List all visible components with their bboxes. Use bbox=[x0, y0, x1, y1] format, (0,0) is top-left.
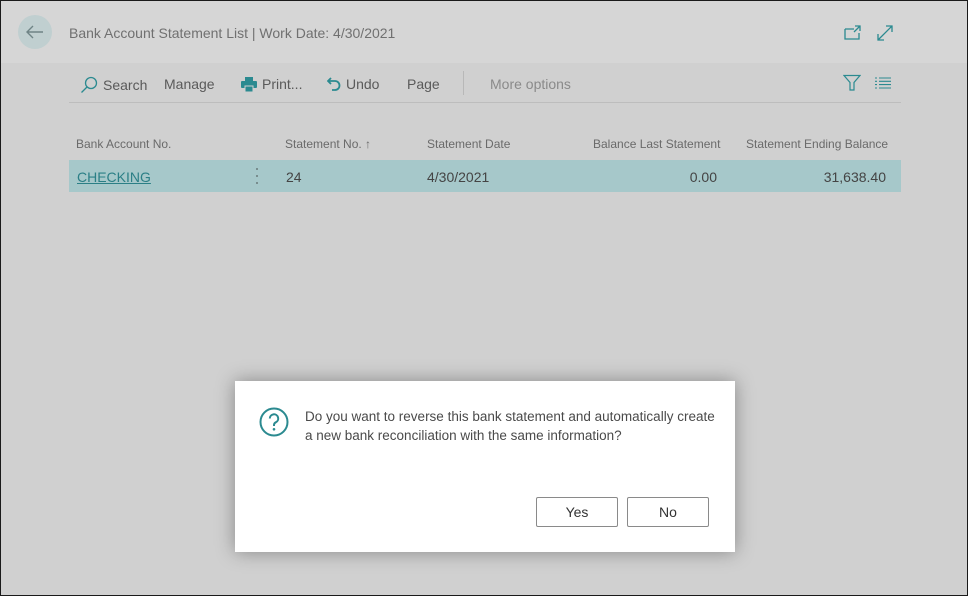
more-options-label: More options bbox=[490, 76, 571, 92]
confirm-dialog: Do you want to reverse this bank stateme… bbox=[235, 381, 735, 552]
printer-icon bbox=[241, 76, 257, 92]
yes-button[interactable]: Yes bbox=[536, 497, 618, 527]
page-background: Bank Account Statement List | Work Date:… bbox=[0, 0, 968, 596]
page-title: Bank Account Statement List | Work Date:… bbox=[69, 25, 396, 41]
page-label: Page bbox=[407, 76, 440, 92]
search-button[interactable]: Search bbox=[80, 76, 147, 94]
column-header-statement-date[interactable]: Statement Date bbox=[427, 137, 510, 151]
balance-last-statement-cell: 0.00 bbox=[689, 169, 717, 185]
back-arrow-icon bbox=[26, 25, 43, 39]
search-icon bbox=[81, 76, 98, 93]
manage-menu[interactable]: Manage bbox=[164, 76, 215, 92]
column-header-bank-account-no[interactable]: Bank Account No. bbox=[76, 137, 171, 151]
statement-date-cell: 4/30/2021 bbox=[427, 169, 490, 185]
column-header-statement-ending-balance[interactable]: Statement Ending Balance bbox=[746, 137, 888, 151]
print-label: Print... bbox=[262, 76, 303, 92]
statement-ending-balance-cell: 31,638.40 bbox=[823, 169, 886, 185]
print-button[interactable]: Print... bbox=[241, 76, 302, 92]
row-actions-menu[interactable] bbox=[253, 166, 261, 186]
kebab-dot-icon bbox=[256, 181, 258, 184]
undo-label: Undo bbox=[346, 76, 380, 92]
kebab-dot-icon bbox=[256, 174, 258, 177]
page-menu[interactable]: Page bbox=[407, 76, 440, 92]
page-header: Bank Account Statement List | Work Date:… bbox=[1, 1, 967, 63]
dialog-message: Do you want to reverse this bank stateme… bbox=[305, 409, 715, 443]
bank-account-no-link[interactable]: CHECKING bbox=[77, 169, 151, 185]
filter-icon[interactable] bbox=[843, 74, 861, 92]
no-button[interactable]: No bbox=[627, 497, 709, 527]
table-row[interactable]: CHECKING 24 4/30/2021 0.00 31,638.40 bbox=[69, 160, 901, 192]
more-options-button[interactable]: More options bbox=[490, 76, 571, 92]
kebab-dot-icon bbox=[256, 168, 258, 171]
statement-no-cell: 24 bbox=[286, 169, 302, 185]
action-bar: Search Manage Print... Undo Page More op… bbox=[69, 65, 901, 103]
toolbar-divider bbox=[463, 71, 464, 95]
column-header-balance-last-statement[interactable]: Balance Last Statement bbox=[593, 137, 720, 151]
undo-button[interactable]: Undo bbox=[327, 76, 379, 92]
back-button[interactable] bbox=[18, 15, 52, 49]
question-circle-icon bbox=[259, 407, 289, 437]
list-view-icon[interactable] bbox=[875, 77, 891, 89]
manage-label: Manage bbox=[164, 76, 215, 92]
search-label: Search bbox=[103, 77, 148, 93]
expand-icon[interactable] bbox=[875, 23, 895, 43]
column-header-statement-no[interactable]: Statement No. ↑ bbox=[285, 137, 371, 151]
undo-icon bbox=[327, 77, 341, 91]
open-new-window-icon[interactable] bbox=[843, 23, 863, 43]
